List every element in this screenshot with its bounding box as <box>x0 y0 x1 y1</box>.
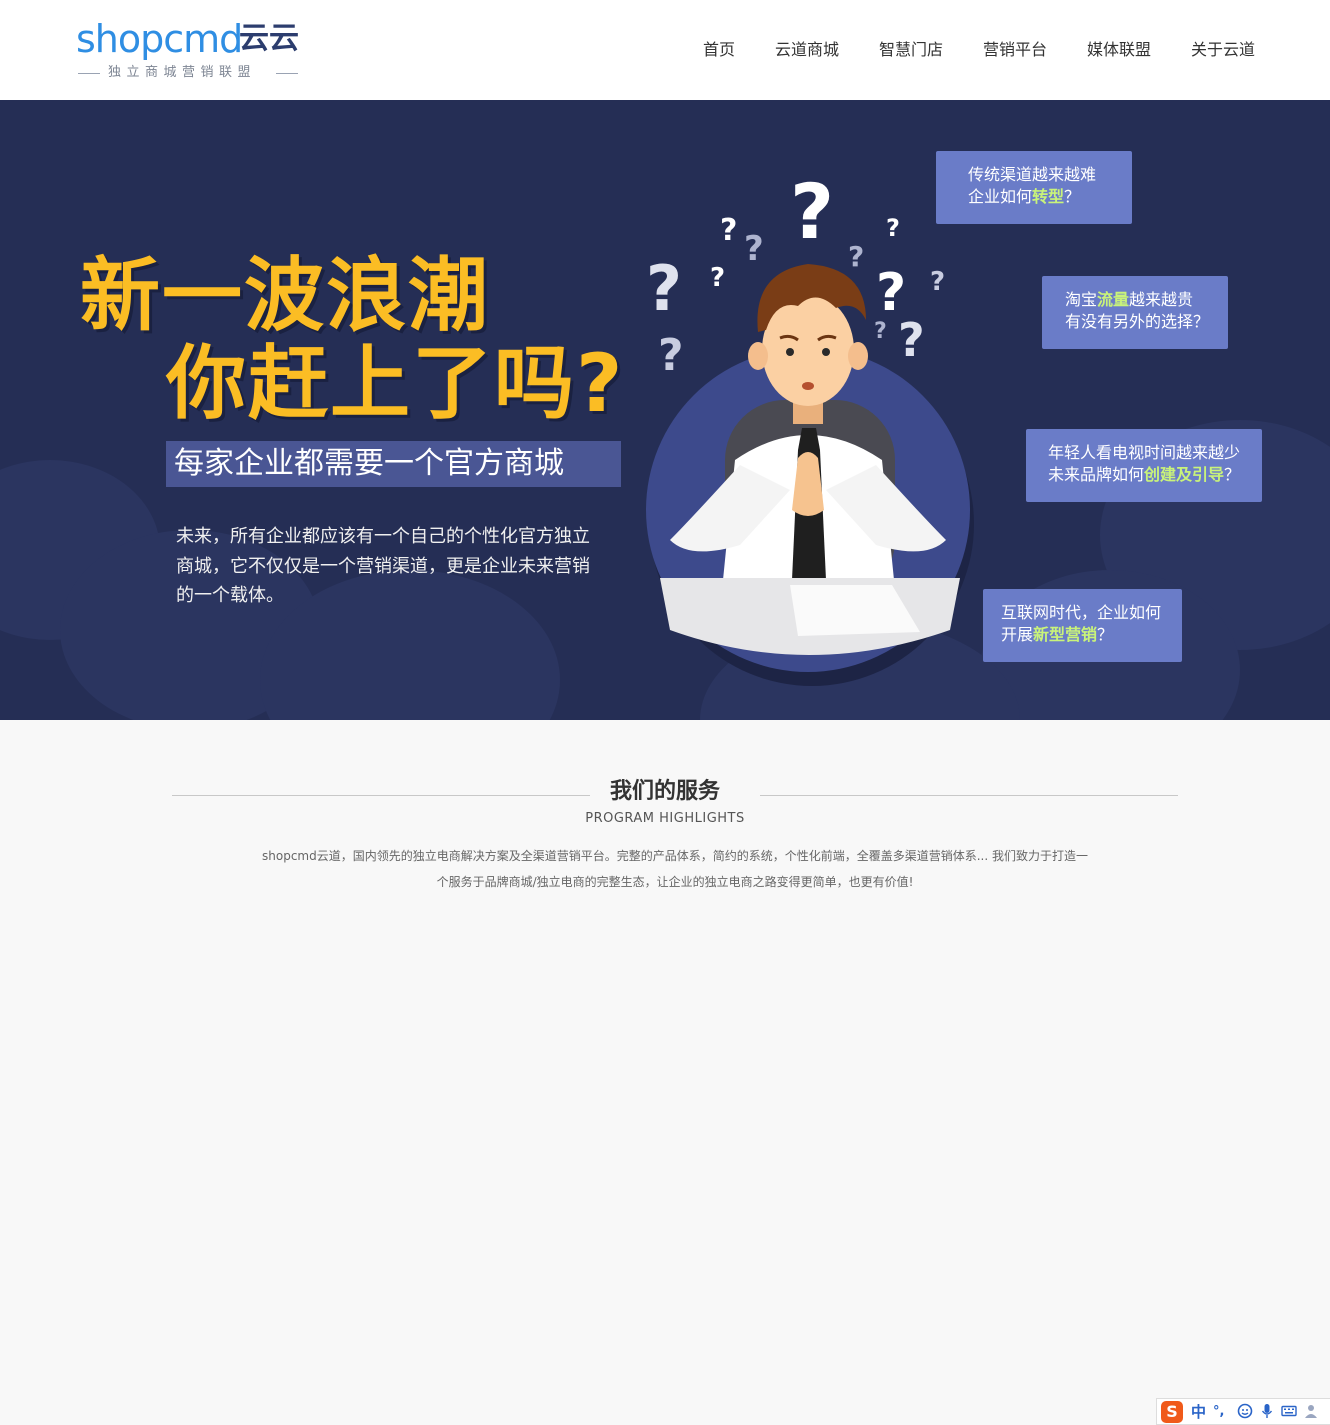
logo-cn-text: 云云 <box>239 21 299 56</box>
bubble-text: 未来品牌如何 <box>1048 465 1145 484</box>
keyboard-icon[interactable] <box>1281 1403 1297 1419</box>
bubble-line: 互联网时代，企业如何 <box>1001 603 1162 622</box>
question-mark-icon: ? <box>886 214 900 242</box>
logo-tagline: 独立商城营销联盟 <box>108 65 257 80</box>
user-icon[interactable] <box>1303 1403 1319 1419</box>
bubble-line: 企业如何转型？ <box>968 186 1132 208</box>
question-mark-icon: ? <box>898 313 925 367</box>
bubble-text: 越来越贵 <box>1129 290 1194 309</box>
question-mark-icon: ? <box>646 252 682 325</box>
question-bubble-traffic: 淘宝流量越来越贵 有没有另外的选择？ <box>1042 276 1228 349</box>
bubble-line: 传统渠道越来越难 <box>968 165 1097 184</box>
bubble-line: 有没有另外的选择？ <box>1065 312 1210 331</box>
eye <box>822 348 830 356</box>
question-bubble-marketing: 互联网时代，企业如何 开展新型营销？ <box>983 589 1182 662</box>
headline-line-1: 新一波浪潮 <box>80 249 490 342</box>
divider <box>276 73 298 74</box>
question-mark-icon: ? <box>790 167 834 256</box>
bubble-line: 年轻人看电视时间越来越少 <box>1048 443 1241 462</box>
bubble-text: ？ <box>1224 465 1241 484</box>
nav-about[interactable]: 关于云道 <box>1191 38 1255 62</box>
services-description: shopcmd云道，国内领先的独立电商解决方案及全渠道营销平台。完整的产品体系，… <box>255 843 1095 895</box>
divider <box>78 73 100 74</box>
question-mark-icon: ? <box>710 263 725 293</box>
headline-line-2: 你赶上了吗? <box>166 337 625 430</box>
ear <box>848 342 868 370</box>
question-mark-icon: ? <box>744 229 764 269</box>
bubble-line: 淘宝流量越来越贵 <box>1065 289 1228 311</box>
worried-businessman-illustration: ? ? ? ? ? ? ? ? ? ? ? ? <box>646 167 974 686</box>
nav-yundao-mall[interactable]: 云道商城 <box>775 38 839 62</box>
bubble-text: ？ <box>1097 625 1114 644</box>
nav-home[interactable]: 首页 <box>703 38 735 62</box>
question-bubble-transformation: 传统渠道越来越难 企业如何转型？ <box>936 151 1132 224</box>
intro-text: 未来，所有企业都应该有一个自己的个性化官方独立商城，它不仅仅是一个营销渠道，更是… <box>176 526 590 606</box>
hero-banner[interactable]: 新一波浪潮 你赶上了吗? 每家企业都需要一个官方商城 未来，所有企业都应该有一个… <box>0 100 1330 720</box>
punctuation-toggle[interactable]: °, <box>1213 1401 1224 1423</box>
description-line: 个服务于品牌商城/独立电商的完整生态，让企业的独立电商之路变得更简单，也更有价值… <box>436 875 914 889</box>
question-mark-icon: ? <box>848 240 864 273</box>
bubble-text: 开展 <box>1001 625 1034 644</box>
microphone-icon[interactable] <box>1259 1403 1275 1419</box>
sogou-logo-icon[interactable]: S <box>1161 1401 1183 1423</box>
mouth <box>802 382 814 390</box>
logo-tagline-row: 独立商城营销联盟 <box>76 64 298 82</box>
site-header: shopcmd 云云 独立商城营销联盟 首页 云道商城 智慧门店 营销平台 媒体… <box>0 0 1330 100</box>
bubble-text: ？ <box>1064 187 1081 206</box>
question-mark-icon: ? <box>720 213 737 248</box>
bubble-highlight: 流量 <box>1097 290 1130 309</box>
ear <box>748 342 768 370</box>
bubble-highlight: 新型营销 <box>1033 625 1098 644</box>
question-mark-icon: ? <box>874 319 887 344</box>
bubble-line: 未来品牌如何创建及引导？ <box>1048 464 1262 486</box>
question-mark-icon: ? <box>658 330 684 381</box>
description-line: shopcmd云道，国内领先的独立电商解决方案及全渠道营销平台。完整的产品体系，… <box>262 849 1088 863</box>
services-subtitle: PROGRAM HIGHLIGHTS <box>585 811 745 826</box>
bubble-highlight: 转型 <box>1032 187 1065 206</box>
tagline: 每家企业都需要一个官方商城 <box>166 441 621 487</box>
eye <box>786 348 794 356</box>
question-bubble-brand: 年轻人看电视时间越来越少 未来品牌如何创建及引导？ <box>1026 429 1262 502</box>
nav-smart-store[interactable]: 智慧门店 <box>879 38 943 62</box>
ime-mode-toggle[interactable]: 中 <box>1191 1401 1206 1423</box>
logo-wordmark: shopcmd <box>76 17 243 61</box>
logo[interactable]: shopcmd 云云 独立商城营销联盟 <box>76 16 306 88</box>
bubble-line: 开展新型营销？ <box>1001 624 1182 646</box>
nav-media-alliance[interactable]: 媒体联盟 <box>1087 38 1151 62</box>
nav-marketing-platform[interactable]: 营销平台 <box>983 38 1047 62</box>
bubble-highlight: 创建及引导 <box>1144 465 1225 484</box>
bubble-text: 企业如何 <box>968 187 1033 206</box>
services-title: 我们的服务 <box>609 779 720 804</box>
bubble-text: 淘宝 <box>1065 290 1098 309</box>
ime-toolbar[interactable]: S 中 °, <box>1156 1398 1330 1425</box>
question-mark-icon: ? <box>930 267 945 297</box>
emoji-icon[interactable] <box>1237 1403 1253 1419</box>
